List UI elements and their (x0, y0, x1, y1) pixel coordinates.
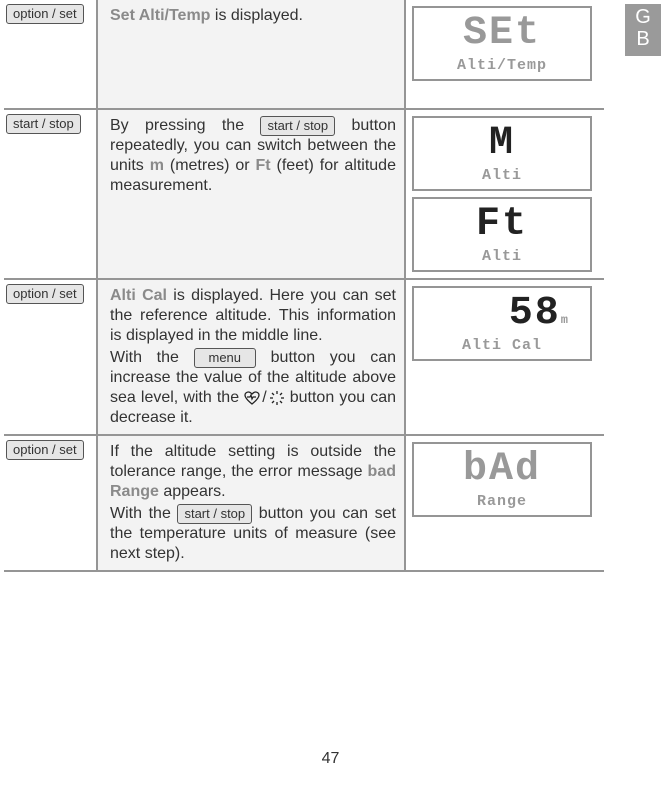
desc-text: With the (110, 505, 177, 522)
option-set-button[interactable]: option / set (6, 440, 84, 460)
table-row: option / set Set Alti/Temp is displayed.… (4, 0, 604, 108)
set-alti-temp-label: Set Alti/Temp (110, 7, 210, 24)
description-cell: By pressing the start / stop button repe… (96, 110, 406, 278)
display-main: M (414, 124, 590, 164)
display-sub: Alti (414, 168, 590, 183)
lcd-display: Ft Alti (412, 197, 592, 272)
lcd-display: bAd Range (412, 442, 592, 517)
lcd-display: M Alti (412, 116, 592, 191)
table-row: start / stop By pressing the start / sto… (4, 108, 604, 278)
button-cell: option / set (4, 280, 96, 434)
desc-text: By pressing the (110, 117, 260, 134)
desc-text: (metres) or (164, 157, 256, 174)
page-number: 47 (0, 750, 661, 768)
display-main: SEt (414, 14, 590, 54)
lcd-display: 58m Alti Cal (412, 286, 592, 361)
lang-letter-b: B (625, 28, 661, 50)
language-tab: G B (625, 4, 661, 56)
option-set-button[interactable]: option / set (6, 4, 84, 24)
description-cell: Alti Cal is displayed. Here you can set … (96, 280, 406, 434)
lcd-display: SEt Alti/Temp (412, 6, 592, 81)
button-cell: option / set (4, 436, 96, 570)
start-stop-button-inline[interactable]: start / stop (260, 116, 335, 136)
light-icon (269, 390, 285, 406)
desc-text: If the altitude setting is outside the t… (110, 443, 396, 480)
unit-m: m (150, 157, 164, 174)
display-main: 58 (509, 291, 561, 336)
display-sub: Alti Cal (414, 338, 590, 353)
description-cell: If the altitude setting is outside the t… (96, 436, 406, 570)
table-row: option / set Alti Cal is displayed. Here… (4, 278, 604, 434)
menu-button-inline[interactable]: menu (194, 348, 257, 368)
instruction-table: option / set Set Alti/Temp is displayed.… (4, 0, 604, 572)
desc-text: With the (110, 349, 194, 366)
lang-letter-g: G (625, 6, 661, 28)
start-stop-button[interactable]: start / stop (6, 114, 81, 134)
display-sub: Alti/Temp (414, 58, 590, 73)
display-unit: m (561, 313, 568, 327)
button-cell: start / stop (4, 110, 96, 278)
alti-cal-label: Alti Cal (110, 287, 167, 304)
unit-ft: Ft (256, 157, 271, 174)
heart-rate-icon (244, 391, 260, 405)
display-cell: 58m Alti Cal (406, 280, 598, 434)
display-cell: bAd Range (406, 436, 598, 570)
option-set-button[interactable]: option / set (6, 284, 84, 304)
desc-text: appears. (159, 483, 226, 500)
display-cell: SEt Alti/Temp (406, 0, 598, 108)
description-cell: Set Alti/Temp is displayed. (96, 0, 406, 108)
display-sub: Range (414, 494, 590, 509)
page: G B option / set Set Alti/Temp is displa… (0, 0, 661, 786)
hr-light-icons: / (244, 388, 284, 408)
display-main: bAd (414, 450, 590, 490)
display-cell: M Alti Ft Alti (406, 110, 598, 278)
display-main: Ft (414, 205, 590, 245)
desc-text: is displayed. (210, 7, 303, 24)
display-sub: Alti (414, 249, 590, 264)
table-row: option / set If the altitude setting is … (4, 434, 604, 572)
button-cell: option / set (4, 0, 96, 108)
start-stop-button-inline[interactable]: start / stop (177, 504, 252, 524)
slash: / (262, 388, 266, 408)
